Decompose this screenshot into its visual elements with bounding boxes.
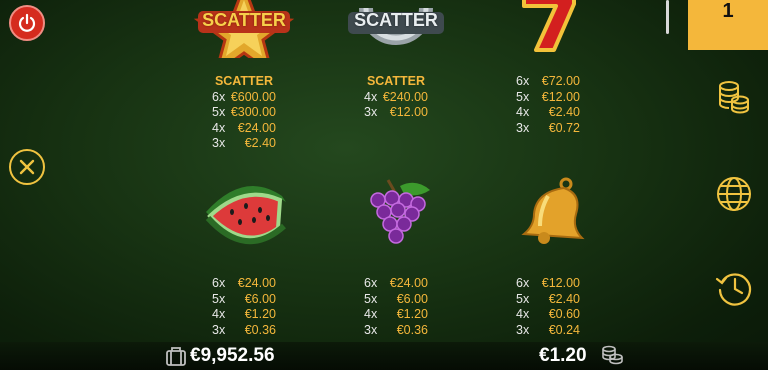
pay-multiplier: 3x — [212, 136, 226, 150]
pay-amount: €0.36 — [396, 322, 428, 337]
pay-amount: €240.00 — [382, 89, 428, 104]
page-number: 1 — [722, 0, 734, 22]
pay-multiplier: 5x — [364, 291, 378, 306]
pay-multiplier: 5x — [212, 105, 226, 119]
pay-amount: €1.20 — [396, 307, 428, 321]
pay-amount: €0.24 — [548, 322, 580, 337]
paytable-scatter-star: SCATTER 6x €600.00 5x €300.00 4x €24.00 3x €… — [174, 74, 314, 152]
pay-amount: €1.20 — [244, 307, 276, 321]
pay-amount: €24.00 — [237, 120, 276, 135]
pay-multiplier: 3x — [516, 322, 530, 337]
paytable-seven: 6x €72.00 5x €12.00 4x €2.40 3x €0.72 — [478, 74, 618, 136]
coins-icon — [602, 345, 623, 365]
pay-amount: €24.00 — [389, 276, 428, 290]
watermelon-icon — [205, 186, 286, 245]
coins-icon[interactable] — [714, 76, 754, 116]
divider — [666, 0, 669, 34]
pay-amount: €12.00 — [541, 276, 580, 290]
bell-icon — [521, 177, 585, 244]
pay-multiplier: 6x — [212, 276, 226, 290]
horseshoe-scatter-label: SCATTER — [354, 10, 438, 30]
pay-amount: €600.00 — [230, 89, 276, 104]
close-button[interactable] — [9, 149, 45, 185]
pay-amount: €2.40 — [244, 136, 276, 150]
pay-amount: €0.72 — [548, 120, 580, 135]
pay-amount: €6.00 — [244, 291, 276, 306]
pay-amount: €6.00 — [396, 291, 428, 306]
pay-amount: €24.00 — [237, 276, 276, 290]
pay-multiplier: 4x — [364, 89, 378, 104]
pay-multiplier: 4x — [516, 307, 530, 321]
wallet-icon — [166, 347, 186, 366]
pay-amount: €0.36 — [244, 322, 276, 337]
pay-amount: €2.40 — [548, 291, 580, 306]
pay-multiplier: 3x — [364, 322, 378, 337]
pay-multiplier: 4x — [516, 105, 530, 119]
pay-amount: €12.00 — [389, 105, 428, 119]
power-icon — [18, 13, 36, 32]
paytable-title: SCATTER — [214, 74, 274, 88]
page-indicator-tab[interactable]: 1 — [688, 0, 768, 50]
balance-value: €9,952.56 — [190, 345, 275, 366]
pay-amount: €12.00 — [541, 89, 580, 104]
pay-multiplier: 5x — [516, 89, 530, 104]
seven-icon — [522, 0, 576, 52]
pay-multiplier: 6x — [516, 276, 530, 290]
pay-multiplier: 6x — [212, 89, 226, 104]
close-icon — [19, 159, 35, 175]
pay-multiplier: 6x — [364, 276, 378, 290]
pay-multiplier: 3x — [212, 322, 226, 337]
history-icon[interactable] — [714, 268, 754, 308]
pay-amount: €72.00 — [541, 74, 580, 88]
pay-multiplier: 5x — [212, 291, 226, 306]
pay-multiplier: 4x — [364, 307, 378, 321]
paytable-scatter-horseshoe: SCATTER 4x €240.00 3x €12.00 — [326, 74, 466, 121]
pay-multiplier: 3x — [516, 120, 530, 135]
pay-multiplier: 6x — [516, 74, 530, 88]
pay-amount: €2.40 — [548, 105, 580, 119]
pay-multiplier: 3x — [364, 105, 378, 119]
paytable-watermelon: 6x €24.00 5x €6.00 4x €1.20 3x €0.36 — [174, 276, 314, 338]
scatter-star-label: SCATTER — [202, 10, 286, 30]
paytable-bell: 6x €12.00 5x €2.40 4x €0.60 3x €0.24 — [478, 276, 618, 338]
paytable-title: SCATTER — [366, 74, 426, 88]
bottom-bar — [0, 342, 768, 370]
pay-amount: €300.00 — [230, 105, 276, 119]
pay-multiplier: 4x — [212, 307, 226, 321]
power-button[interactable] — [9, 5, 45, 41]
pay-amount: €0.60 — [548, 307, 580, 321]
grapes-icon — [370, 179, 430, 244]
bet-value[interactable]: €1.20 — [539, 345, 587, 367]
pay-multiplier: 5x — [516, 291, 530, 306]
pay-multiplier: 4x — [212, 120, 226, 135]
globe-icon[interactable] — [714, 174, 754, 214]
paytable-grapes: 6x €24.00 5x €6.00 4x €1.20 3x €0.36 — [326, 276, 466, 338]
